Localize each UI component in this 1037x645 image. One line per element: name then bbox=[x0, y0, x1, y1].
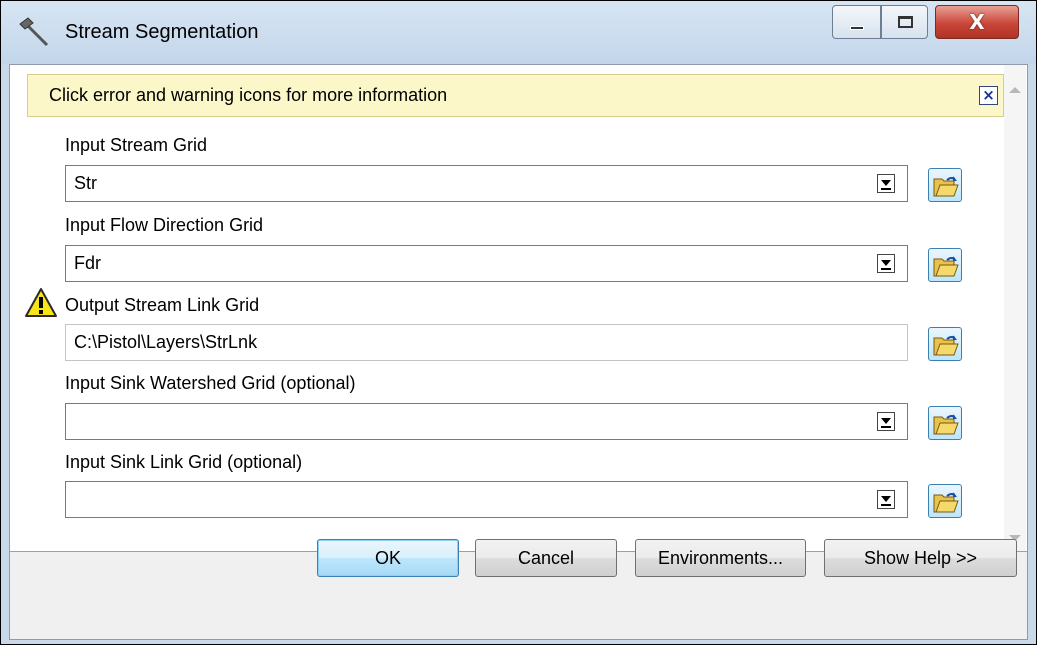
scroll-up-icon[interactable] bbox=[1009, 87, 1021, 93]
info-bar: Click error and warning icons for more i… bbox=[27, 74, 1004, 117]
environments-button[interactable]: Environments... bbox=[635, 539, 806, 577]
vertical-scrollbar[interactable] bbox=[1004, 65, 1026, 551]
open-folder-icon bbox=[933, 176, 959, 197]
dropdown-arrow-icon[interactable] bbox=[877, 412, 895, 431]
combo-value: Str bbox=[74, 173, 98, 193]
dropdown-arrow-icon[interactable] bbox=[877, 490, 895, 509]
info-message: Click error and warning icons for more i… bbox=[49, 85, 448, 105]
browse-button-sink-watershed-grid[interactable] bbox=[928, 406, 962, 440]
dropdown-arrow-icon[interactable] bbox=[877, 174, 895, 193]
title-bar[interactable]: Stream Segmentation X bbox=[1, 1, 1036, 64]
ok-button[interactable]: OK bbox=[317, 539, 459, 577]
input-sink-link-grid-combo[interactable] bbox=[65, 481, 908, 518]
input-value: C:\Pistol\Layers\StrLnk bbox=[74, 332, 258, 352]
close-icon: X bbox=[969, 10, 985, 34]
dialog-body: Click error and warning icons for more i… bbox=[9, 64, 1028, 640]
output-stream-link-grid-input[interactable]: C:\Pistol\Layers\StrLnk bbox=[65, 324, 908, 361]
close-button[interactable]: X bbox=[935, 5, 1019, 39]
input-stream-grid-combo[interactable]: Str bbox=[65, 165, 908, 202]
combo-value: Fdr bbox=[74, 253, 101, 273]
input-sink-watershed-grid-label: Input Sink Watershed Grid (optional) bbox=[65, 373, 356, 393]
warning-icon[interactable] bbox=[24, 287, 58, 319]
open-folder-icon bbox=[933, 256, 959, 277]
browse-button-stream-grid[interactable] bbox=[928, 168, 962, 202]
minimize-icon bbox=[850, 26, 864, 30]
browse-button-sink-link-grid[interactable] bbox=[928, 484, 962, 518]
show-help-button[interactable]: Show Help >> bbox=[824, 539, 1017, 577]
open-folder-icon bbox=[933, 335, 959, 356]
dropdown-arrow-icon[interactable] bbox=[877, 254, 895, 273]
dialog-window: Stream Segmentation X Click error and wa… bbox=[0, 0, 1037, 645]
input-sink-link-grid-label: Input Sink Link Grid (optional) bbox=[65, 452, 303, 472]
browse-button-flow-direction-grid[interactable] bbox=[928, 248, 962, 282]
parameters-panel: Click error and warning icons for more i… bbox=[10, 65, 1027, 552]
input-flow-direction-grid-label: Input Flow Direction Grid bbox=[65, 215, 264, 235]
maximize-icon bbox=[898, 16, 913, 28]
maximize-button[interactable] bbox=[881, 5, 928, 39]
info-bar-close-button[interactable]: × bbox=[979, 86, 998, 105]
input-flow-direction-grid-combo[interactable]: Fdr bbox=[65, 245, 908, 282]
open-folder-icon bbox=[933, 414, 959, 435]
browse-button-output-stream-link[interactable] bbox=[928, 327, 962, 361]
hammer-icon bbox=[19, 17, 49, 47]
minimize-button[interactable] bbox=[832, 5, 881, 39]
input-sink-watershed-grid-combo[interactable] bbox=[65, 403, 908, 440]
output-stream-link-grid-label: Output Stream Link Grid bbox=[65, 295, 260, 315]
window-title: Stream Segmentation bbox=[65, 21, 259, 43]
open-folder-icon bbox=[933, 492, 959, 513]
input-stream-grid-label: Input Stream Grid bbox=[65, 135, 208, 155]
cancel-button[interactable]: Cancel bbox=[475, 539, 617, 577]
